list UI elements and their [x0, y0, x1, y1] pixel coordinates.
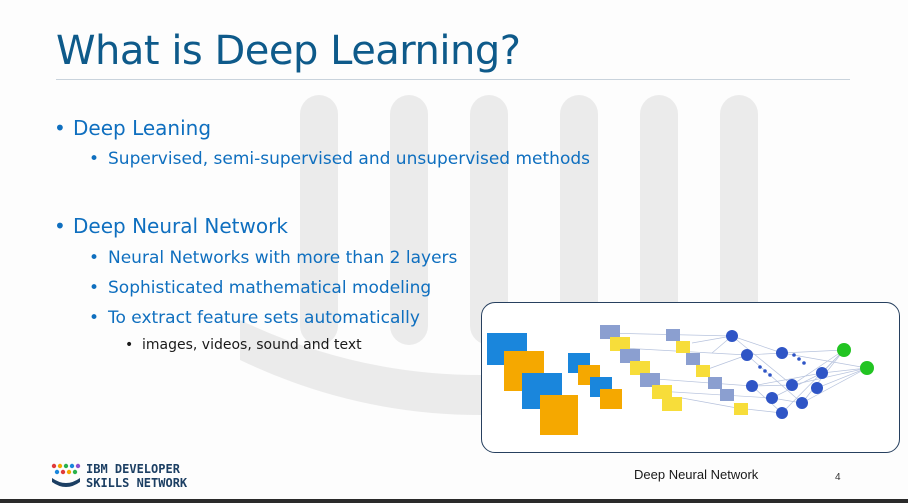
network-node	[776, 347, 788, 359]
bullet-item: • To extract feature sets automatically	[89, 308, 420, 328]
output-nodes	[837, 343, 874, 375]
ellipsis-dot	[797, 357, 801, 361]
bullet-item: • Deep Leaning	[54, 116, 212, 140]
feature-map-slate	[600, 325, 620, 339]
bullet-dot: •	[89, 149, 100, 169]
bullet-item: • images, videos, sound and text	[125, 337, 362, 353]
bullet-text: Deep Leaning	[73, 116, 212, 140]
bullet-item: • Neural Networks with more than 2 layer…	[89, 248, 458, 268]
bullet-text: images, videos, sound and text	[142, 337, 362, 353]
bullet-text: Deep Neural Network	[73, 214, 288, 238]
feature-map-slate	[666, 329, 680, 341]
feature-map-slate	[720, 389, 734, 401]
slide: What is Deep Learning? • Deep Leaning • …	[0, 0, 908, 503]
bullet-text: To extract feature sets automatically	[108, 308, 420, 328]
ellipsis-dot	[763, 369, 767, 373]
bullet-dot: •	[54, 116, 66, 140]
bullet-text: Sophisticated mathematical modeling	[108, 278, 432, 298]
feature-map-yellow	[662, 397, 682, 411]
network-node	[811, 382, 823, 394]
feature-map-yellow	[696, 365, 710, 377]
ellipsis-dot	[792, 353, 796, 357]
ellipsis-dot	[802, 361, 806, 365]
bullet-text: Supervised, semi-supervised and unsuperv…	[108, 149, 591, 169]
network-node	[746, 380, 758, 392]
ellipsis-dot	[758, 365, 762, 369]
ibm-skills-network-logo-icon	[51, 463, 81, 487]
feature-map-orange	[600, 389, 622, 409]
feature-map-slate	[640, 373, 660, 387]
bullet-dot: •	[89, 308, 100, 328]
feature-map-yellow	[610, 337, 630, 351]
slide-title: What is Deep Learning?	[56, 28, 521, 74]
neural-network-illustration	[487, 325, 874, 435]
title-divider	[56, 79, 850, 80]
feature-map-slate	[620, 349, 640, 363]
network-node	[726, 330, 738, 342]
bullet-item: • Deep Neural Network	[54, 214, 288, 238]
network-node	[766, 392, 778, 404]
diagram-caption: Deep Neural Network	[634, 467, 759, 482]
output-node	[837, 343, 851, 357]
feature-map-yellow	[652, 385, 672, 399]
feature-map-yellow	[676, 341, 690, 353]
bullet-dot: •	[89, 278, 100, 298]
network-node	[786, 379, 798, 391]
logo-line-1: IBM DEVELOPER	[86, 462, 180, 476]
bullet-dot: •	[89, 248, 100, 268]
feature-maps	[487, 325, 748, 435]
bullet-text: Neural Networks with more than 2 layers	[108, 248, 458, 268]
bottom-bar	[0, 499, 908, 503]
network-node	[816, 367, 828, 379]
bullet-item: • Sophisticated mathematical modeling	[89, 278, 432, 298]
feature-map-yellow	[630, 361, 650, 375]
network-node	[796, 397, 808, 409]
neural-network-diagram	[481, 302, 900, 453]
feature-map-orange	[540, 395, 578, 435]
feature-map-slate	[708, 377, 722, 389]
network-node	[741, 349, 753, 361]
page-number: 4	[835, 472, 841, 483]
ellipsis-dot	[768, 373, 772, 377]
bullet-dot: •	[54, 214, 66, 238]
feature-map-slate	[686, 353, 700, 365]
feature-map-yellow	[734, 403, 748, 415]
logo-line-2: SKILLS NETWORK	[86, 476, 188, 490]
logo-wordmark: IBM DEVELOPER SKILLS NETWORK	[86, 462, 187, 490]
network-node	[776, 407, 788, 419]
bullet-dot: •	[125, 337, 134, 353]
bullet-item: • Supervised, semi-supervised and unsupe…	[89, 149, 591, 169]
output-node	[860, 361, 874, 375]
